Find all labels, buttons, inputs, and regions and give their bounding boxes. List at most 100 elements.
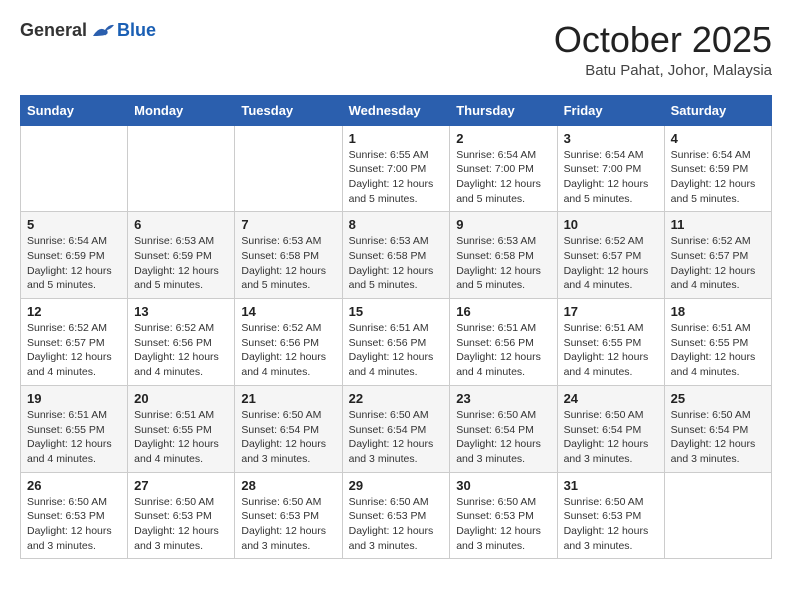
logo-blue-text: Blue bbox=[117, 20, 156, 41]
day-info: Sunrise: 6:50 AM Sunset: 6:54 PM Dayligh… bbox=[241, 408, 335, 467]
calendar-week-row: 19Sunrise: 6:51 AM Sunset: 6:55 PM Dayli… bbox=[21, 385, 772, 472]
day-info: Sunrise: 6:52 AM Sunset: 6:57 PM Dayligh… bbox=[564, 234, 658, 293]
calendar-cell: 18Sunrise: 6:51 AM Sunset: 6:55 PM Dayli… bbox=[664, 299, 771, 386]
weekday-header-monday: Monday bbox=[128, 95, 235, 125]
day-number: 20 bbox=[134, 391, 228, 406]
calendar-cell: 26 Sunrise: 6:50 AM Sunset: 6:53 PM Dayli… bbox=[21, 472, 128, 559]
day-number: 8 bbox=[349, 217, 444, 232]
page-header: General Blue October 2025 Batu Pahat, Jo… bbox=[20, 20, 772, 79]
day-info: Sunrise: 6:52 AM Sunset: 6:56 PM Dayligh… bbox=[241, 321, 335, 380]
calendar-cell: 27Sunrise: 6:50 AM Sunset: 6:53 PM Dayli… bbox=[128, 472, 235, 559]
weekday-header-saturday: Saturday bbox=[664, 95, 771, 125]
day-info: Sunrise: 6:53 AM Sunset: 6:58 PM Dayligh… bbox=[456, 234, 550, 293]
day-info: Sunrise: 6:50 AM Sunset: 6:53 PM Dayligh… bbox=[564, 495, 658, 554]
calendar-cell: 1Sunrise: 6:55 AM Sunset: 7:00 PM Daylig… bbox=[342, 125, 450, 212]
calendar-cell: 30 Sunrise: 6:50 AM Sunset: 6:53 PM Dayli… bbox=[450, 472, 557, 559]
calendar-cell: 28 Sunrise: 6:50 AM Sunset: 6:53 PM Dayli… bbox=[235, 472, 342, 559]
calendar-cell: 3Sunrise: 6:54 AM Sunset: 7:00 PM Daylig… bbox=[557, 125, 664, 212]
calendar-cell: 22Sunrise: 6:50 AM Sunset: 6:54 PM Dayli… bbox=[342, 385, 450, 472]
weekday-header-row: SundayMondayTuesdayWednesdayThursdayFrid… bbox=[21, 95, 772, 125]
calendar-cell: 5Sunrise: 6:54 AM Sunset: 6:59 PM Daylig… bbox=[21, 212, 128, 299]
calendar-cell: 8 Sunrise: 6:53 AM Sunset: 6:58 PM Daylig… bbox=[342, 212, 450, 299]
day-number: 25 bbox=[671, 391, 765, 406]
calendar-cell: 24 Sunrise: 6:50 AM Sunset: 6:54 PM Dayli… bbox=[557, 385, 664, 472]
calendar-cell: 16Sunrise: 6:51 AM Sunset: 6:56 PM Dayli… bbox=[450, 299, 557, 386]
day-number: 9 bbox=[456, 217, 550, 232]
calendar-cell: 29Sunrise: 6:50 AM Sunset: 6:53 PM Dayli… bbox=[342, 472, 450, 559]
calendar-cell: 21 Sunrise: 6:50 AM Sunset: 6:54 PM Dayli… bbox=[235, 385, 342, 472]
day-info: Sunrise: 6:50 AM Sunset: 6:54 PM Dayligh… bbox=[564, 408, 658, 467]
calendar-cell: 25 Sunrise: 6:50 AM Sunset: 6:54 PM Dayli… bbox=[664, 385, 771, 472]
calendar-cell: 2 Sunrise: 6:54 AM Sunset: 7:00 PM Daylig… bbox=[450, 125, 557, 212]
calendar-cell: 4Sunrise: 6:54 AM Sunset: 6:59 PM Daylig… bbox=[664, 125, 771, 212]
calendar-week-row: 5Sunrise: 6:54 AM Sunset: 6:59 PM Daylig… bbox=[21, 212, 772, 299]
weekday-header-sunday: Sunday bbox=[21, 95, 128, 125]
calendar-week-row: 26 Sunrise: 6:50 AM Sunset: 6:53 PM Dayli… bbox=[21, 472, 772, 559]
day-number: 10 bbox=[564, 217, 658, 232]
day-number: 2 bbox=[456, 131, 550, 146]
day-number: 23 bbox=[456, 391, 550, 406]
day-info: Sunrise: 6:54 AM Sunset: 7:00 PM Dayligh… bbox=[456, 148, 550, 207]
day-number: 28 bbox=[241, 478, 335, 493]
calendar-cell bbox=[128, 125, 235, 212]
calendar-cell: 9 Sunrise: 6:53 AM Sunset: 6:58 PM Daylig… bbox=[450, 212, 557, 299]
day-number: 21 bbox=[241, 391, 335, 406]
day-info: Sunrise: 6:51 AM Sunset: 6:55 PM Dayligh… bbox=[564, 321, 658, 380]
day-info: Sunrise: 6:51 AM Sunset: 6:55 PM Dayligh… bbox=[27, 408, 121, 467]
day-info: Sunrise: 6:50 AM Sunset: 6:54 PM Dayligh… bbox=[349, 408, 444, 467]
day-number: 1 bbox=[349, 131, 444, 146]
calendar-week-row: 1Sunrise: 6:55 AM Sunset: 7:00 PM Daylig… bbox=[21, 125, 772, 212]
day-number: 12 bbox=[27, 304, 121, 319]
logo-bird-icon bbox=[91, 22, 115, 40]
calendar-table: SundayMondayTuesdayWednesdayThursdayFrid… bbox=[20, 95, 772, 560]
day-info: Sunrise: 6:50 AM Sunset: 6:54 PM Dayligh… bbox=[456, 408, 550, 467]
weekday-header-thursday: Thursday bbox=[450, 95, 557, 125]
calendar-cell bbox=[664, 472, 771, 559]
day-number: 15 bbox=[349, 304, 444, 319]
calendar-cell: 12 Sunrise: 6:52 AM Sunset: 6:57 PM Dayli… bbox=[21, 299, 128, 386]
weekday-header-friday: Friday bbox=[557, 95, 664, 125]
calendar-cell: 11 Sunrise: 6:52 AM Sunset: 6:57 PM Dayli… bbox=[664, 212, 771, 299]
day-number: 11 bbox=[671, 217, 765, 232]
day-number: 13 bbox=[134, 304, 228, 319]
day-number: 31 bbox=[564, 478, 658, 493]
day-info: Sunrise: 6:53 AM Sunset: 6:58 PM Dayligh… bbox=[349, 234, 444, 293]
logo: General Blue bbox=[20, 20, 156, 41]
calendar-cell: 20Sunrise: 6:51 AM Sunset: 6:55 PM Dayli… bbox=[128, 385, 235, 472]
calendar-cell: 23 Sunrise: 6:50 AM Sunset: 6:54 PM Dayli… bbox=[450, 385, 557, 472]
day-info: Sunrise: 6:50 AM Sunset: 6:53 PM Dayligh… bbox=[27, 495, 121, 554]
day-number: 24 bbox=[564, 391, 658, 406]
day-info: Sunrise: 6:50 AM Sunset: 6:54 PM Dayligh… bbox=[671, 408, 765, 467]
day-number: 17 bbox=[564, 304, 658, 319]
day-info: Sunrise: 6:53 AM Sunset: 6:58 PM Dayligh… bbox=[241, 234, 335, 293]
calendar-cell: 6Sunrise: 6:53 AM Sunset: 6:59 PM Daylig… bbox=[128, 212, 235, 299]
day-number: 30 bbox=[456, 478, 550, 493]
location: Batu Pahat, Johor, Malaysia bbox=[554, 62, 772, 79]
day-info: Sunrise: 6:52 AM Sunset: 6:56 PM Dayligh… bbox=[134, 321, 228, 380]
weekday-header-tuesday: Tuesday bbox=[235, 95, 342, 125]
calendar-cell: 14Sunrise: 6:52 AM Sunset: 6:56 PM Dayli… bbox=[235, 299, 342, 386]
day-number: 3 bbox=[564, 131, 658, 146]
calendar-cell bbox=[21, 125, 128, 212]
day-number: 6 bbox=[134, 217, 228, 232]
calendar-cell: 13 Sunrise: 6:52 AM Sunset: 6:56 PM Dayli… bbox=[128, 299, 235, 386]
day-info: Sunrise: 6:52 AM Sunset: 6:57 PM Dayligh… bbox=[671, 234, 765, 293]
calendar-cell: 31 Sunrise: 6:50 AM Sunset: 6:53 PM Dayli… bbox=[557, 472, 664, 559]
logo-general-text: General bbox=[20, 20, 87, 41]
calendar-cell: 10 Sunrise: 6:52 AM Sunset: 6:57 PM Dayli… bbox=[557, 212, 664, 299]
day-info: Sunrise: 6:50 AM Sunset: 6:53 PM Dayligh… bbox=[349, 495, 444, 554]
day-info: Sunrise: 6:54 AM Sunset: 6:59 PM Dayligh… bbox=[27, 234, 121, 293]
day-number: 4 bbox=[671, 131, 765, 146]
calendar-week-row: 12 Sunrise: 6:52 AM Sunset: 6:57 PM Dayli… bbox=[21, 299, 772, 386]
day-info: Sunrise: 6:50 AM Sunset: 6:53 PM Dayligh… bbox=[456, 495, 550, 554]
day-info: Sunrise: 6:51 AM Sunset: 6:55 PM Dayligh… bbox=[671, 321, 765, 380]
weekday-header-wednesday: Wednesday bbox=[342, 95, 450, 125]
calendar-cell: 15Sunrise: 6:51 AM Sunset: 6:56 PM Dayli… bbox=[342, 299, 450, 386]
day-number: 26 bbox=[27, 478, 121, 493]
calendar-cell: 7Sunrise: 6:53 AM Sunset: 6:58 PM Daylig… bbox=[235, 212, 342, 299]
calendar-cell: 19Sunrise: 6:51 AM Sunset: 6:55 PM Dayli… bbox=[21, 385, 128, 472]
day-info: Sunrise: 6:50 AM Sunset: 6:53 PM Dayligh… bbox=[241, 495, 335, 554]
day-info: Sunrise: 6:52 AM Sunset: 6:57 PM Dayligh… bbox=[27, 321, 121, 380]
day-number: 27 bbox=[134, 478, 228, 493]
title-section: October 2025 Batu Pahat, Johor, Malaysia bbox=[554, 20, 772, 79]
